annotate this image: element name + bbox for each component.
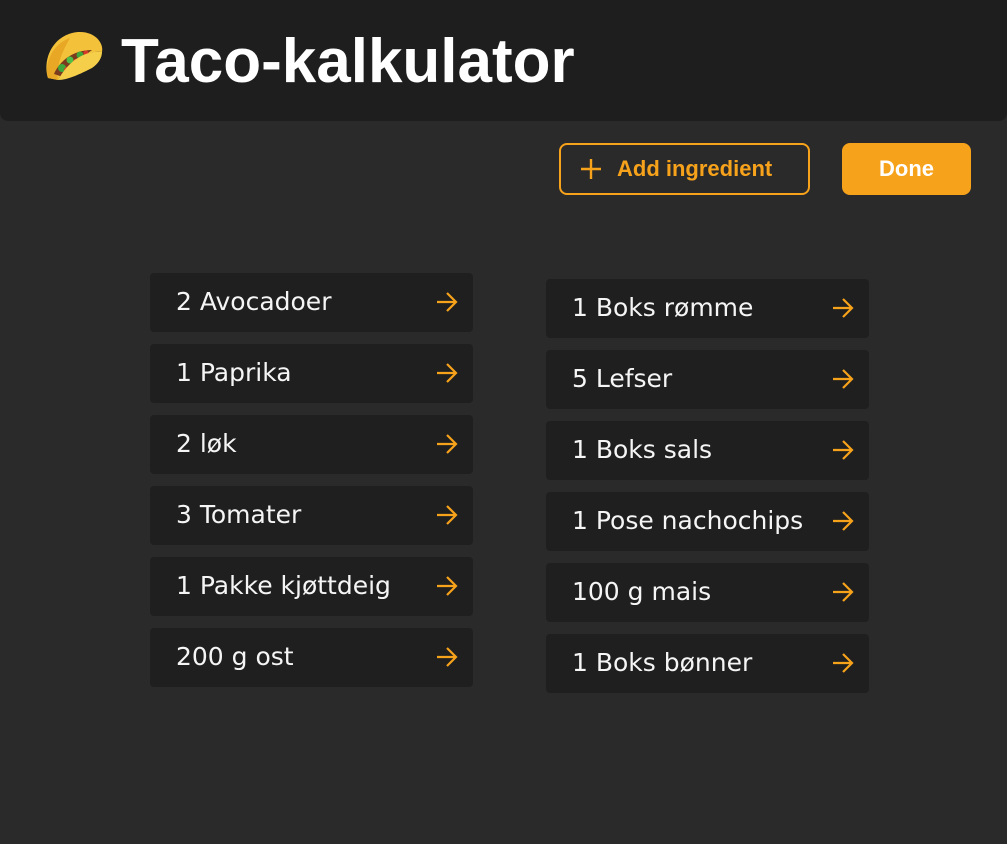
arrow-right-icon [833,582,854,602]
taco-icon [46,31,103,80]
ingredient-item[interactable]: 200 g ost [150,628,473,687]
ingredient-item[interactable]: 2 løk [150,415,473,474]
arrow-right-icon [437,647,458,667]
arrow-right-icon [833,298,854,318]
ingredient-label: 1 Pakke kjøttdeig [176,571,391,600]
ingredient-label: 1 Boks rømme [572,293,754,322]
app-header: Taco-kalkulator [0,0,1007,121]
ingredient-item[interactable]: 100 g mais [546,563,869,622]
ingredient-item[interactable]: 5 Lefser [546,350,869,409]
ingredient-item[interactable]: 1 Pakke kjøttdeig [150,557,473,616]
ingredient-label: 2 Avocadoer [176,287,332,316]
ingredient-item[interactable]: 1 Boks sals [546,421,869,480]
arrow-right-icon [437,292,458,312]
ingredient-item[interactable]: 3 Tomater [150,486,473,545]
arrow-right-icon [833,653,854,673]
ingredient-label: 5 Lefser [572,364,673,393]
done-button[interactable]: Done [842,143,971,195]
app-title: Taco-kalkulator [121,27,575,96]
arrow-right-icon [833,511,854,531]
ingredient-label: 1 Paprika [176,358,292,387]
ingredient-item[interactable]: 1 Boks bønner [546,634,869,693]
arrow-right-icon [437,505,458,525]
ingredient-list-right: 1 Boks rømme 5 Lefser 1 Boks sals 1 Pose… [546,279,869,705]
ingredient-label: 200 g ost [176,642,294,671]
arrow-right-icon [437,434,458,454]
ingredient-list-left: 2 Avocadoer 1 Paprika 2 løk 3 Tomater 1 … [150,273,473,699]
add-ingredient-button[interactable]: Add ingredient [559,143,810,195]
ingredient-label: 1 Pose nachochips [572,506,804,535]
arrow-right-icon [833,369,854,389]
arrow-right-icon [437,576,458,596]
ingredient-label: 1 Boks bønner [572,648,753,677]
ingredient-item[interactable]: 1 Boks rømme [546,279,869,338]
ingredient-label: 1 Boks sals [572,435,713,464]
ingredient-label: 3 Tomater [176,500,302,529]
arrow-right-icon [833,440,854,460]
plus-icon [581,159,601,179]
ingredient-item[interactable]: 1 Pose nachochips [546,492,869,551]
ingredient-item[interactable]: 2 Avocadoer [150,273,473,332]
ingredient-item[interactable]: 1 Paprika [150,344,473,403]
ingredient-label: 2 løk [176,429,237,458]
add-ingredient-label: Add ingredient [617,156,773,181]
ingredient-label: 100 g mais [572,577,712,606]
arrow-right-icon [437,363,458,383]
